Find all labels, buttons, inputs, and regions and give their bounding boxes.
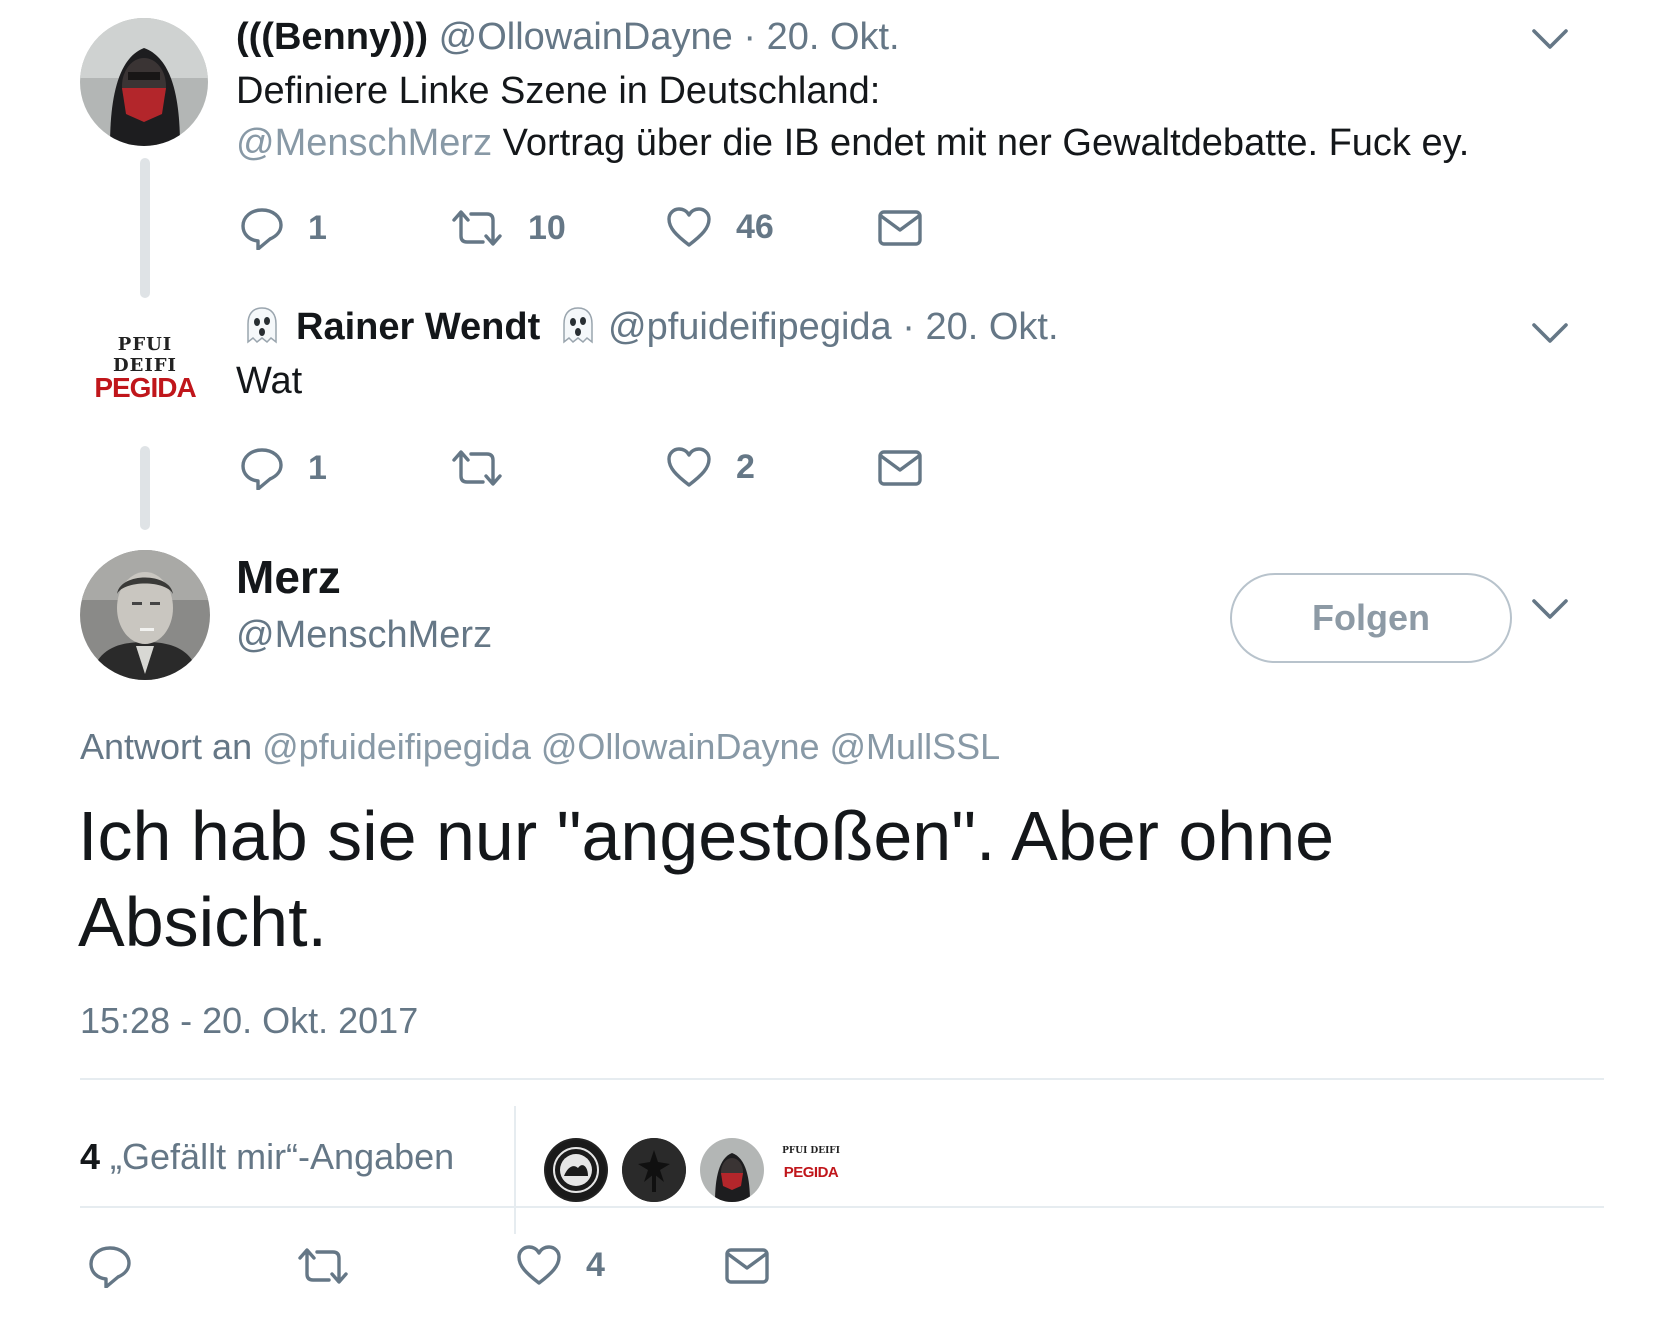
liker-avatar[interactable] bbox=[622, 1138, 686, 1202]
display-name[interactable]: (((Benny))) bbox=[236, 16, 428, 58]
user-handle[interactable]: @OllowainDayne bbox=[439, 16, 733, 58]
retweet-button[interactable]: 10 bbox=[450, 206, 566, 250]
reply-count: 1 bbox=[308, 448, 327, 487]
reply-count: 1 bbox=[308, 208, 327, 247]
user-handle[interactable]: @pfuideifipegida bbox=[608, 306, 892, 348]
avatar-text-top: PFUI DEIFI bbox=[782, 1146, 840, 1156]
reply-icon bbox=[88, 1244, 132, 1288]
reply-to-handles[interactable]: @pfuideifipegida @OllowainDayne @MullSSL bbox=[262, 726, 1000, 767]
ghost-emoji-icon bbox=[556, 304, 600, 348]
follow-button[interactable]: Folgen bbox=[1230, 573, 1512, 663]
avatar-text-bottom: PEGIDA bbox=[783, 1164, 839, 1181]
tweet-text-line: Vortrag über die IB endet mit ner Gewalt… bbox=[502, 122, 1470, 164]
tweet-text: Wat bbox=[236, 360, 303, 402]
reply-context: Antwort an @pfuideifipegida @OllowainDay… bbox=[80, 726, 1000, 768]
tweet-header-meta: @pfuideifipegida · 20. Okt. bbox=[608, 306, 1059, 349]
retweet-count: 10 bbox=[528, 208, 566, 247]
avatar[interactable] bbox=[80, 550, 210, 680]
thread-line bbox=[140, 158, 150, 298]
user-handle[interactable]: @MenschMerz bbox=[236, 614, 492, 657]
separator: · bbox=[902, 306, 915, 348]
dm-button[interactable] bbox=[877, 208, 923, 248]
like-button[interactable]: 4 bbox=[516, 1244, 605, 1286]
reply-button[interactable]: 1 bbox=[240, 206, 327, 250]
reply-to-label: Antwort an bbox=[80, 726, 253, 767]
liker-avatar[interactable] bbox=[544, 1138, 608, 1202]
thread-line bbox=[140, 446, 150, 530]
like-icon bbox=[666, 206, 712, 248]
user-avatar-image bbox=[700, 1138, 764, 1202]
mention-link[interactable]: @MenschMerz bbox=[236, 122, 492, 164]
tweet-text-line: Absicht. bbox=[78, 883, 327, 961]
likes-summary[interactable]: 4 „Gefällt mir“-Angaben bbox=[80, 1136, 454, 1178]
display-name[interactable]: Merz bbox=[236, 550, 341, 604]
like-count: 4 bbox=[586, 1245, 605, 1284]
tweet-header: (((Benny))) @OllowainDayne · 20. Okt. bbox=[236, 16, 900, 59]
antifa-logo-icon bbox=[546, 1140, 606, 1200]
divider bbox=[514, 1106, 516, 1234]
like-count: 2 bbox=[736, 447, 755, 486]
separator: · bbox=[743, 16, 756, 58]
retweet-button[interactable] bbox=[296, 1244, 374, 1288]
likes-count: 4 bbox=[80, 1136, 101, 1177]
tweet-text-line: Ich hab sie nur "angestoßen". Aber ohne bbox=[78, 797, 1335, 875]
tweet-header: Rainer Wendt bbox=[296, 306, 540, 349]
like-icon bbox=[516, 1244, 562, 1286]
tweet-text: Definiere Linke Szene in Deutschland: bbox=[236, 70, 880, 113]
divider bbox=[80, 1078, 1604, 1080]
reply-icon bbox=[240, 206, 284, 250]
chevron-down-icon[interactable] bbox=[1528, 24, 1572, 54]
user-avatar-image bbox=[80, 18, 208, 146]
chevron-down-icon[interactable] bbox=[1528, 318, 1572, 348]
dm-icon bbox=[877, 208, 923, 248]
likes-label: „Gefällt mir“-Angaben bbox=[110, 1136, 455, 1177]
avatar-text-bottom: PEGIDA bbox=[94, 372, 196, 403]
dm-button[interactable] bbox=[877, 448, 923, 488]
tweet-text: @MenschMerz Vortrag über die IB endet mi… bbox=[236, 122, 1469, 165]
avatar[interactable] bbox=[80, 18, 208, 146]
like-button[interactable]: 2 bbox=[666, 446, 755, 488]
tweet-text-line: Definiere Linke Szene in Deutschland: bbox=[236, 70, 881, 112]
retweet-icon bbox=[450, 206, 504, 250]
tweet-date[interactable]: 20. Okt. bbox=[925, 306, 1058, 348]
ghost-emoji-icon bbox=[240, 304, 284, 348]
display-name[interactable]: Rainer Wendt bbox=[296, 306, 540, 348]
dm-icon bbox=[724, 1246, 770, 1286]
reply-icon bbox=[240, 446, 284, 490]
retweet-icon bbox=[296, 1244, 350, 1288]
retweet-icon bbox=[450, 446, 504, 490]
like-button[interactable]: 46 bbox=[666, 206, 774, 248]
avatar[interactable]: PFUI DEIFI PEGIDA bbox=[80, 316, 208, 426]
avatar-text-top: PFUI DEIFI bbox=[113, 334, 177, 376]
tweet-date[interactable]: 20. Okt. bbox=[767, 16, 900, 58]
liker-avatar[interactable]: PFUI DEIFI PEGIDA bbox=[776, 1138, 846, 1202]
chevron-down-icon[interactable] bbox=[1528, 594, 1572, 624]
tweet-timestamp[interactable]: 15:28 - 20. Okt. 2017 bbox=[80, 1000, 418, 1042]
retweet-button[interactable] bbox=[450, 446, 528, 490]
liker-avatar[interactable] bbox=[700, 1138, 764, 1202]
divider bbox=[80, 1206, 1604, 1208]
reply-button[interactable]: 1 bbox=[240, 446, 327, 490]
dm-icon bbox=[877, 448, 923, 488]
dm-button[interactable] bbox=[724, 1246, 770, 1286]
reply-button[interactable] bbox=[88, 1244, 156, 1288]
tree-logo-icon bbox=[622, 1138, 686, 1202]
like-count: 46 bbox=[736, 207, 774, 246]
user-avatar-image bbox=[80, 550, 210, 680]
like-icon bbox=[666, 446, 712, 488]
